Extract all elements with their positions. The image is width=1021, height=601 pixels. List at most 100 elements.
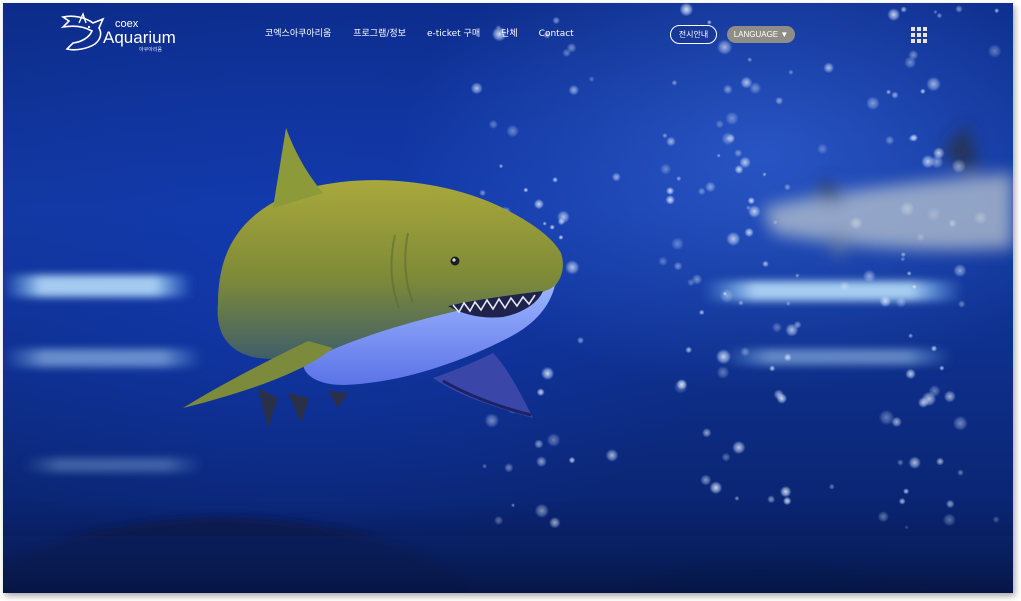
shark-logo-icon: [60, 12, 105, 51]
bubble: [953, 263, 967, 278]
bubble: [671, 237, 684, 251]
bubble: [928, 384, 941, 397]
main-shark: [183, 128, 563, 428]
bubble: [816, 143, 828, 155]
bubble: [588, 76, 595, 83]
bubble: [662, 132, 668, 139]
bubble: [546, 432, 561, 448]
bubble: [885, 135, 895, 145]
bubble: [783, 183, 791, 191]
language-button[interactable]: LANGUAGE ▼: [727, 26, 795, 43]
bubble: [900, 251, 906, 258]
bubble: [785, 301, 791, 307]
bubble: [908, 134, 916, 142]
bubble: [776, 393, 788, 404]
bubble: [838, 280, 851, 293]
exhibit-info-button[interactable]: 전시안내: [670, 25, 717, 44]
bubble: [721, 132, 735, 146]
bubble: [740, 76, 753, 89]
bubble: [762, 172, 767, 177]
bubble: [568, 84, 580, 96]
bubble: [779, 485, 792, 498]
bubble: [725, 111, 739, 126]
bubble: [698, 309, 705, 316]
bubble: [921, 154, 935, 169]
nav-item-contact[interactable]: Contact: [539, 25, 574, 43]
bubble: [709, 481, 723, 495]
bubble: [769, 365, 776, 372]
bubble: [715, 348, 732, 365]
logo-text-sub: 아쿠아리움: [139, 47, 163, 53]
page-frame: coex Aquarium 아쿠아리움 코엑스아쿠아리움 프로그램/정보 e-t…: [3, 3, 1013, 593]
nav-item-group[interactable]: 단체: [501, 25, 518, 43]
bubble: [793, 320, 802, 329]
bubble: [488, 119, 499, 130]
bubble: [897, 459, 904, 466]
bubble: [691, 274, 703, 285]
bubble: [726, 231, 741, 247]
bubble: [732, 440, 746, 455]
bubble: [771, 322, 783, 333]
bubble: [739, 156, 751, 169]
bubble: [498, 163, 504, 169]
bubble: [906, 270, 912, 276]
bubble: [926, 76, 942, 92]
bubble: [556, 210, 571, 224]
bubble: [828, 483, 835, 490]
bubble: [943, 390, 956, 403]
bubble: [936, 457, 945, 466]
bubble: [767, 495, 776, 504]
bubble: [665, 136, 676, 147]
logo[interactable]: coex Aquarium 아쿠아리움: [59, 11, 179, 55]
bubble: [506, 124, 520, 138]
bubble: [666, 186, 675, 195]
bubble: [549, 224, 555, 230]
bubble: [865, 96, 880, 111]
bubble: [747, 196, 756, 205]
bubble: [738, 300, 744, 306]
bubble: [673, 261, 683, 271]
bubble: [479, 189, 486, 197]
nav-item-about[interactable]: 코엑스아쿠아리움: [265, 25, 331, 43]
bubble: [891, 91, 899, 99]
bubble: [895, 296, 907, 308]
bubble: [721, 452, 731, 462]
bubble: [611, 172, 621, 182]
site-header: coex Aquarium 아쿠아리움 코엑스아쿠아리움 프로그램/정보 e-t…: [3, 3, 1013, 63]
bubble: [722, 291, 728, 296]
bubble: [676, 176, 682, 182]
bubble: [671, 79, 678, 86]
bubble: [903, 488, 910, 495]
bubble: [783, 353, 792, 362]
bubble: [862, 269, 876, 283]
bubble: [957, 300, 966, 308]
bubble: [523, 187, 529, 193]
bubble: [715, 119, 724, 129]
bubble: [568, 456, 576, 464]
bubble: [536, 388, 545, 397]
bubble: [788, 69, 794, 76]
bubble: [795, 273, 800, 278]
bubble: [957, 469, 964, 476]
bubble: [697, 187, 706, 196]
bubble: [744, 227, 754, 238]
nav-item-programs[interactable]: 프로그램/정보: [353, 25, 406, 43]
bubble: [734, 149, 743, 158]
bubble: [701, 428, 712, 438]
bubble: [775, 96, 784, 105]
bubble: [564, 260, 580, 275]
bubble: [930, 345, 938, 352]
bubble: [722, 84, 733, 95]
hero-image: [3, 3, 1013, 593]
bubble: [878, 409, 895, 426]
bubble: [533, 198, 545, 210]
bubble: [504, 462, 514, 473]
bubble: [484, 413, 500, 428]
nav-item-eticket[interactable]: e-ticket 구매: [427, 25, 480, 43]
grid-menu-icon[interactable]: [911, 27, 928, 44]
bubble: [700, 474, 712, 486]
bubble: [660, 163, 672, 175]
bubble: [823, 62, 835, 74]
bubble: [745, 205, 751, 211]
bubble: [900, 256, 906, 262]
